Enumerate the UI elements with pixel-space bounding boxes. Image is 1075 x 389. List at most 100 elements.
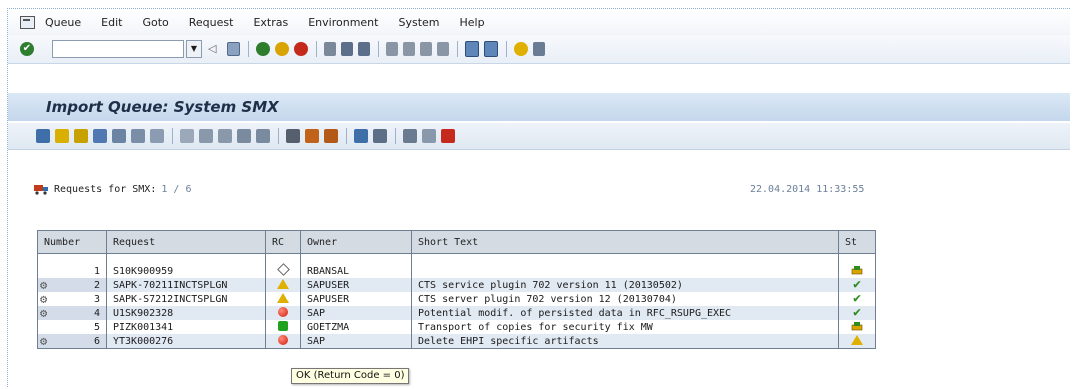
- lock-icon[interactable]: [286, 129, 300, 143]
- attributes-icon[interactable]: [218, 129, 232, 143]
- menu-request[interactable]: Request: [189, 16, 234, 29]
- import-queue-icon[interactable]: [55, 129, 69, 143]
- import-queue-table: Number Request RC Owner Short Text St 1S…: [37, 230, 876, 349]
- zoom-icon[interactable]: [112, 129, 126, 143]
- menu-queue[interactable]: Queue: [45, 16, 81, 29]
- layout-menu-icon[interactable]: [533, 42, 545, 56]
- toolbar-separator: [172, 128, 173, 144]
- help-icon[interactable]: [514, 42, 528, 56]
- menu-goto[interactable]: Goto: [142, 16, 168, 29]
- menu-environment[interactable]: Environment: [308, 16, 378, 29]
- log-icon[interactable]: [237, 129, 251, 143]
- command-history-dropdown-icon[interactable]: ▼: [186, 40, 202, 58]
- table-row[interactable]: ⚙ 4 U1SK902328 SAP Potential modif. of persi…: [37, 306, 876, 320]
- row-number: 5: [37, 320, 107, 334]
- system-menu-icon[interactable]: [20, 15, 35, 29]
- menu-edit[interactable]: Edit: [101, 16, 122, 29]
- short-text: Potential modif. of persisted data in RF…: [411, 306, 839, 320]
- row-number-value: 6: [93, 335, 100, 347]
- toolbar-separator: [346, 128, 347, 144]
- return-code-cell[interactable]: [265, 320, 301, 334]
- request-id[interactable]: SAPK-S7212INCTSPLGN: [106, 292, 266, 306]
- return-code-cell[interactable]: [265, 278, 301, 292]
- table-row[interactable]: 5 PIZK001341 GOETZMA Transport of copies fo…: [37, 320, 876, 334]
- list-icon[interactable]: [422, 129, 436, 143]
- back-arrow-icon[interactable]: ◁: [208, 42, 222, 56]
- menu-help[interactable]: Help: [460, 16, 485, 29]
- table-row[interactable]: ⚙ 3 SAPK-S7212INCTSPLGN SAPUSER CTS server p…: [37, 292, 876, 306]
- request-id[interactable]: YT3K000276: [106, 334, 266, 349]
- details-icon[interactable]: [150, 129, 164, 143]
- settings-icon[interactable]: [403, 129, 417, 143]
- shortcut-icon[interactable]: [484, 41, 498, 57]
- document-icon[interactable]: [199, 129, 213, 143]
- new-session-icon[interactable]: [465, 41, 479, 57]
- return-code-cell[interactable]: [265, 292, 301, 306]
- status-cell[interactable]: [838, 264, 876, 278]
- column-header-rc[interactable]: RC: [265, 230, 301, 254]
- return-code-cell[interactable]: [265, 263, 301, 278]
- menu-system[interactable]: System: [398, 16, 439, 29]
- request-id[interactable]: SAPK-70211INCTSPLGN: [106, 278, 266, 292]
- exit-icon[interactable]: [275, 42, 289, 56]
- previous-page-icon[interactable]: [403, 42, 415, 56]
- owner: SAPUSER: [300, 278, 412, 292]
- monitor-icon[interactable]: [354, 129, 368, 143]
- find-next-icon[interactable]: [358, 42, 370, 56]
- back-icon[interactable]: [256, 42, 270, 56]
- return-code-cell[interactable]: [265, 334, 301, 349]
- next-page-icon[interactable]: [420, 42, 432, 56]
- stack-icon: [851, 265, 863, 275]
- request-id[interactable]: PIZK001341: [106, 320, 266, 334]
- table-spacer: [37, 253, 876, 264]
- request-id[interactable]: U1SK902328: [106, 306, 266, 320]
- table-row[interactable]: 1 S10K900959 RBANSAL: [37, 263, 876, 278]
- system-icon[interactable]: [373, 129, 387, 143]
- owner: SAP: [300, 334, 412, 349]
- export-icon[interactable]: [256, 129, 270, 143]
- datetime-stamp: 22.04.2014 11:33:55: [750, 184, 865, 195]
- truck-icon: [34, 184, 50, 195]
- application-toolbar: [8, 123, 1070, 150]
- status-cell[interactable]: [838, 334, 876, 349]
- column-header-status[interactable]: St: [838, 230, 876, 254]
- column-header-number[interactable]: Number: [37, 230, 107, 254]
- import-all-truck-icon[interactable]: [324, 129, 338, 143]
- filter-icon[interactable]: [74, 129, 88, 143]
- column-header-short-text[interactable]: Short Text: [411, 230, 839, 254]
- transport-tools-icon: ⚙: [40, 292, 48, 306]
- status-cell[interactable]: ✔: [838, 306, 876, 320]
- cancel-icon[interactable]: [294, 42, 308, 56]
- status-cell[interactable]: [838, 320, 876, 334]
- select-icon[interactable]: [93, 129, 107, 143]
- green-light-icon: [278, 320, 288, 331]
- delete-icon[interactable]: [441, 129, 455, 143]
- status-cell[interactable]: ✔: [838, 292, 876, 306]
- sort-icon[interactable]: [131, 129, 145, 143]
- print-icon[interactable]: [324, 42, 336, 56]
- column-header-request[interactable]: Request: [106, 230, 266, 254]
- move-icon[interactable]: [180, 129, 194, 143]
- refresh-icon[interactable]: [36, 129, 50, 143]
- command-field[interactable]: [52, 40, 184, 58]
- table-row[interactable]: ⚙ 2 SAPK-70211INCTSPLGN SAPUSER CTS service …: [37, 278, 876, 292]
- sap-window: Queue Edit Goto Request Extras Environme…: [7, 8, 1070, 387]
- menu-extras[interactable]: Extras: [253, 16, 288, 29]
- toolbar-separator: [506, 41, 507, 57]
- enter-icon[interactable]: ✔: [20, 42, 34, 56]
- row-number: ⚙ 4: [37, 306, 107, 320]
- first-page-icon[interactable]: [386, 42, 398, 56]
- status-cell[interactable]: ✔: [838, 278, 876, 292]
- request-id[interactable]: S10K900959: [106, 264, 266, 278]
- return-code-cell[interactable]: [265, 306, 301, 320]
- last-page-icon[interactable]: [437, 42, 449, 56]
- column-header-owner[interactable]: Owner: [300, 230, 412, 254]
- table-row[interactable]: ⚙ 6 YT3K000276 SAP Delete EHPI specific arti…: [37, 334, 876, 349]
- warning-triangle-icon: [277, 278, 289, 289]
- save-icon[interactable]: [227, 42, 240, 56]
- find-icon[interactable]: [341, 42, 353, 56]
- import-request-truck-icon[interactable]: [305, 129, 319, 143]
- requests-label: Requests for SMX:: [54, 184, 157, 195]
- row-number: ⚙ 3: [37, 292, 107, 306]
- system-toolbar: ✔ ▼ ◁: [8, 35, 1070, 64]
